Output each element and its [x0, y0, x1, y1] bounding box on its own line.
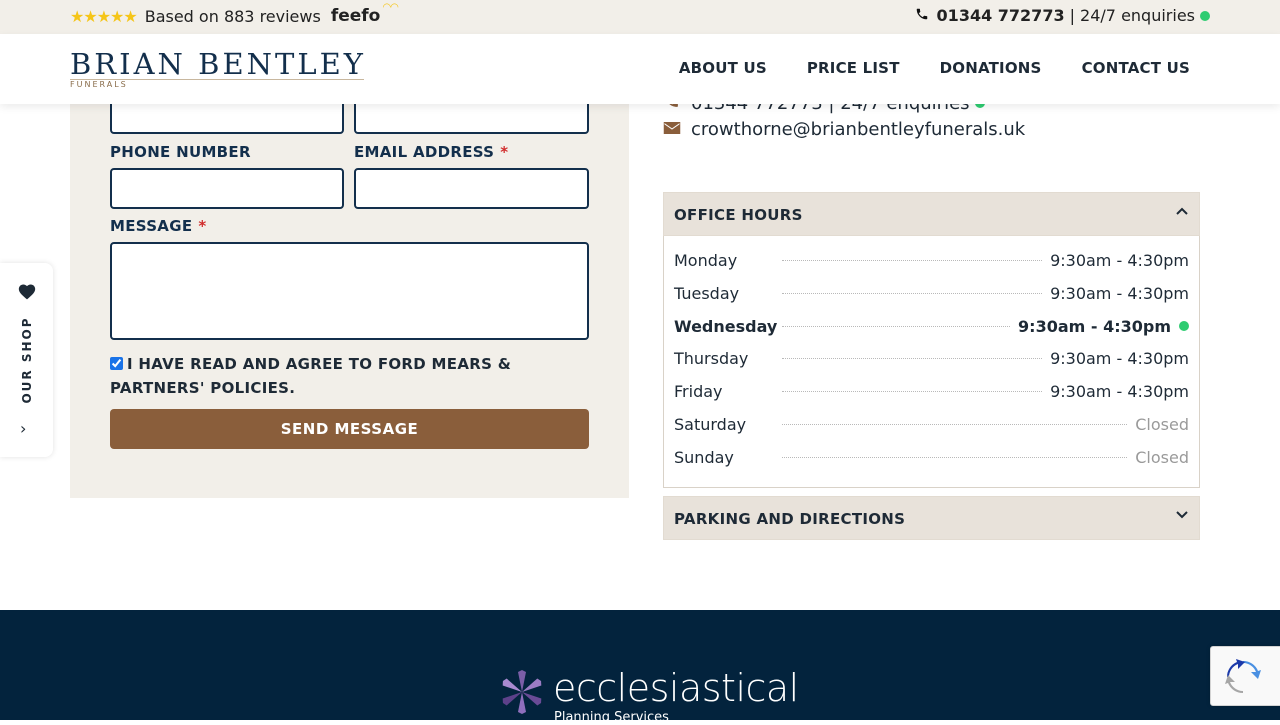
nav-about-us[interactable]: ABOUT US	[679, 59, 767, 77]
contact-email-text: crowthorne@brianbentleyfunerals.uk	[691, 119, 1026, 140]
phone-number-field[interactable]	[110, 168, 344, 209]
parking-accordion-header[interactable]: PARKING AND DIRECTIONS	[663, 496, 1200, 540]
ecclesiastical-brand-sub: Planning Services	[554, 710, 669, 725]
ecclesiastical-brand-name: ecclesiastical	[553, 666, 799, 710]
our-shop-tab[interactable]: OUR SHOP ›	[0, 263, 53, 457]
feefo-logo: feefo ◠◠	[330, 2, 399, 26]
dotted-leader	[782, 390, 1043, 392]
dotted-leader	[782, 357, 1043, 359]
nav-price-list[interactable]: PRICE LIST	[807, 59, 900, 77]
hours-time: Closed	[1135, 447, 1189, 467]
hours-row: Saturday Closed	[674, 412, 1189, 436]
hours-time: Closed	[1135, 414, 1189, 434]
hours-time: 9:30am - 4:30pm	[1018, 316, 1171, 336]
brand-logo[interactable]: BRIAN BENTLEY FUNERALS	[70, 48, 366, 90]
dotted-leader	[782, 259, 1043, 261]
hours-row: Friday 9:30am - 4:30pm	[674, 379, 1189, 403]
chevron-right-icon: ›	[20, 419, 27, 438]
policy-agreement: I HAVE READ AND AGREE TO FORD MEARS & PA…	[110, 352, 550, 400]
hours-day: Friday	[674, 381, 723, 401]
hours-row-today: Wednesday 9:30am - 4:30pm	[674, 314, 1189, 338]
nav-contact-us[interactable]: CONTACT US	[1082, 59, 1190, 77]
contact-email[interactable]: crowthorne@brianbentleyfunerals.uk	[663, 119, 1025, 140]
policy-agree-checkbox[interactable]	[110, 357, 123, 370]
hours-day: Thursday	[674, 348, 749, 368]
reviews-summary[interactable]: ★★★★★ Based on 883 reviews feefo ◠◠	[70, 2, 399, 26]
recaptcha-icon	[1225, 659, 1261, 699]
rating-stars: ★★★★★	[70, 6, 138, 26]
dotted-leader	[782, 292, 1043, 294]
hours-day: Monday	[674, 250, 738, 270]
message-textarea[interactable]	[110, 242, 589, 340]
email-address-label-text: EMAIL ADDRESS	[354, 143, 495, 161]
hours-row: Monday 9:30am - 4:30pm	[674, 248, 1189, 272]
hours-row: Thursday 9:30am - 4:30pm	[674, 346, 1189, 370]
dotted-leader	[782, 456, 1128, 458]
top-bar: ★★★★★ Based on 883 reviews feefo ◠◠ 01344…	[0, 0, 1280, 34]
email-address-field[interactable]	[354, 168, 589, 209]
policy-agree-text: I HAVE READ AND AGREE TO FORD MEARS & PA…	[110, 355, 512, 397]
hours-time: 9:30am - 4:30pm	[1050, 381, 1189, 401]
hours-time: 9:30am - 4:30pm	[1050, 283, 1189, 303]
phone-number-label-text: PHONE NUMBER	[110, 143, 251, 161]
required-marker: *	[198, 217, 207, 235]
feefo-brand-text: feefo	[330, 6, 381, 26]
feefo-eyes-icon: ◠◠	[382, 2, 399, 13]
dotted-leader	[782, 423, 1128, 425]
open-status-dot	[1200, 10, 1210, 21]
hours-time: 9:30am - 4:30pm	[1050, 348, 1189, 368]
email-address-label: EMAIL ADDRESS *	[354, 143, 508, 161]
hours-row: Tuesday 9:30am - 4:30pm	[674, 281, 1189, 305]
phone-number-label: PHONE NUMBER	[110, 143, 251, 161]
reviews-count-text: Based on 883 reviews	[144, 6, 321, 26]
main-nav: ABOUT US PRICE LIST DONATIONS CONTACT US	[679, 59, 1190, 77]
message-label: MESSAGE *	[110, 217, 207, 235]
our-shop-label: OUR SHOP	[20, 316, 34, 404]
required-marker: *	[500, 143, 509, 161]
logo-wordmark: BRIAN BENTLEY	[70, 47, 366, 81]
send-message-button[interactable]: SEND MESSAGE	[110, 409, 589, 449]
hours-row: Sunday Closed	[674, 445, 1189, 469]
recaptcha-badge[interactable]	[1210, 646, 1280, 706]
hours-day: Saturday	[674, 414, 747, 434]
top-phone-number: 01344 772773	[936, 6, 1065, 25]
site-header: BRIAN BENTLEY FUNERALS ABOUT US PRICE LI…	[0, 34, 1280, 104]
dotted-leader	[782, 325, 1011, 327]
parking-title: PARKING AND DIRECTIONS	[674, 510, 906, 528]
nav-donations[interactable]: DONATIONS	[940, 59, 1042, 77]
open-now-dot	[1179, 321, 1189, 331]
top-phone-link[interactable]: 01344 772773 | 24/7 enquiries	[915, 6, 1210, 25]
top-phone-suffix: | 24/7 enquiries	[1069, 6, 1195, 25]
office-hours-title: OFFICE HOURS	[674, 206, 803, 224]
phone-icon	[915, 7, 929, 25]
hours-day: Sunday	[674, 447, 734, 467]
office-hours-accordion-header[interactable]: OFFICE HOURS	[663, 192, 1200, 236]
ecclesiastical-star-logo-icon	[497, 669, 547, 719]
hours-day: Wednesday	[674, 316, 778, 336]
hours-time: 9:30am - 4:30pm	[1050, 250, 1189, 270]
heart-icon	[17, 281, 37, 305]
message-label-text: MESSAGE	[110, 217, 193, 235]
office-hours-list: Monday 9:30am - 4:30pm Tuesday 9:30am - 4:…	[663, 236, 1200, 488]
hours-day: Tuesday	[674, 283, 740, 303]
envelope-icon	[663, 120, 691, 140]
chevron-up-icon	[1175, 204, 1189, 222]
chevron-down-icon	[1175, 508, 1189, 526]
